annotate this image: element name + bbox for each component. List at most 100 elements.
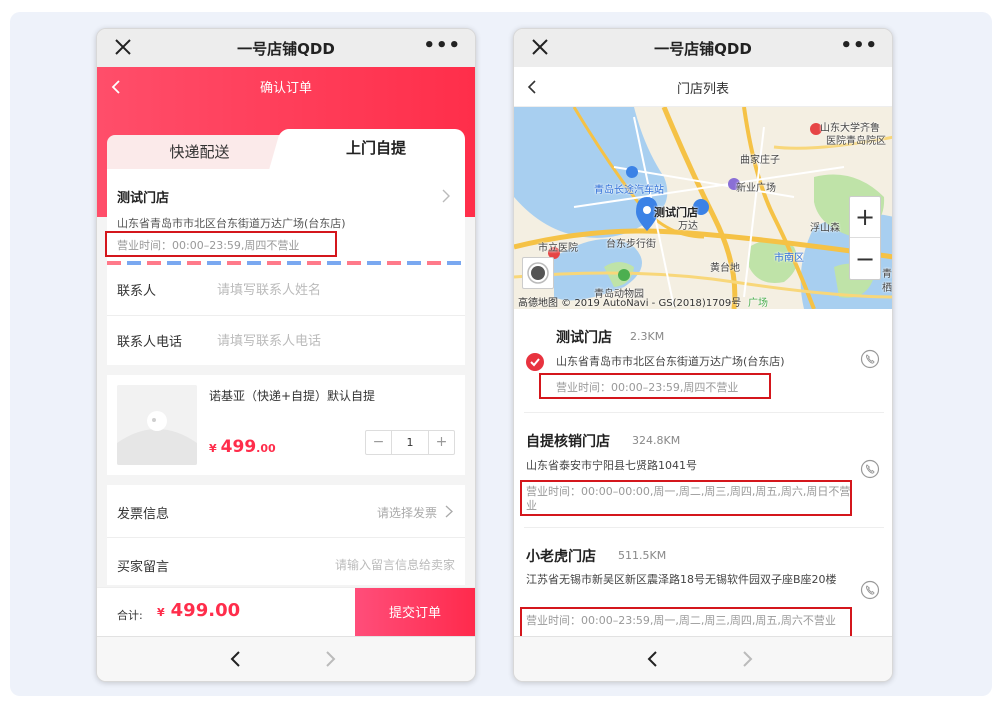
bottom-nav — [97, 636, 475, 681]
store-address: 山东省泰安市宁阳县七贤路1041号 — [526, 459, 697, 472]
store-hours: 营业时间：00:00–00:00,周一,周二,周三,周四,周五,周六,周日不营业 — [526, 485, 851, 512]
store-distance: 511.5KM — [618, 549, 667, 562]
contact-name-label: 联系人 — [117, 284, 157, 299]
map-label: 广场 — [748, 298, 768, 309]
chevron-right-icon — [445, 505, 453, 518]
wechat-title-bar: 一号店铺QDD ••• — [514, 29, 892, 67]
close-icon[interactable] — [530, 37, 550, 57]
store-address: 山东省青岛市市北区台东街道万达广场(台东店) — [117, 217, 346, 230]
wechat-title-bar: 一号店铺QDD ••• — [97, 29, 475, 67]
nav-back-icon[interactable] — [644, 650, 662, 668]
nav-forward-icon[interactable] — [321, 650, 339, 668]
map-label: 台东步行街 — [606, 239, 656, 250]
map-label: 黄台地 — [710, 263, 740, 274]
submit-bar: 合计: ¥499.00 提交订单 — [97, 587, 475, 639]
product-name: 诺基亚（快递+自提）默认自提 — [209, 389, 376, 403]
page-title: 门店列表 — [676, 82, 729, 97]
submit-order-button[interactable]: 提交订单 — [355, 588, 475, 639]
mini-program-title: 一号店铺QDD — [654, 39, 752, 58]
contact-name-row: 联系人 — [107, 265, 465, 315]
image-placeholder-icon — [117, 385, 197, 465]
map-label: 浮山森 — [810, 223, 840, 234]
map-label: 万达 — [678, 221, 698, 232]
map-label: 青岛长途汽车站 — [594, 185, 664, 196]
total-price: ¥499.00 — [157, 600, 240, 621]
zoom-out-button[interactable]: − — [850, 239, 880, 280]
phone-store-list: 一号店铺QDD ••• 门店列表 山东大学齐鲁 医院青岛院区 曲家庄子 青岛长途… — [513, 28, 893, 682]
mini-program-title: 一号店铺QDD — [237, 39, 335, 58]
store-map[interactable]: 山东大学齐鲁 医院青岛院区 曲家庄子 青岛长途汽车站 新业广场 测试门店 万达 … — [514, 107, 892, 309]
message-input[interactable] — [275, 555, 455, 575]
zoom-in-button[interactable]: + — [850, 197, 880, 238]
store-distance: 2.3KM — [630, 330, 665, 343]
contact-form: 联系人 联系人电话 — [107, 265, 465, 365]
invoice-value: 请选择发票 — [376, 506, 437, 520]
total-amount: 499.00 — [170, 600, 241, 621]
map-label: 市立医院 — [538, 243, 578, 254]
total-label: 合计: — [117, 609, 143, 622]
invoice-label: 发票信息 — [117, 507, 170, 522]
close-icon[interactable] — [113, 37, 133, 57]
store-address: 江苏省无锡市新吴区新区震泽路18号无锡软件园双子座B座20楼 — [526, 573, 837, 586]
product-card: 诺基亚（快递+自提）默认自提 ¥499.00 − 1 + — [107, 375, 465, 475]
map-label: 青 — [882, 269, 892, 280]
phone-confirm-order: 一号店铺QDD ••• 确认订单 快递配送 上门自提 测试门店 山东省青岛市市北… — [96, 28, 476, 682]
increase-button[interactable]: + — [429, 431, 454, 454]
store-hours: 营业时间：00:00–23:59,周四不营业 — [556, 381, 739, 394]
page-title: 确认订单 — [259, 81, 312, 96]
price-decimal: .00 — [256, 442, 276, 455]
store-address: 山东省青岛市市北区台东街道万达广场(台东店) — [556, 355, 785, 368]
price-integer: 499 — [220, 437, 257, 457]
product-image — [117, 385, 197, 465]
locate-button[interactable] — [522, 257, 554, 289]
delivery-tabs: 快递配送 上门自提 — [107, 129, 465, 169]
more-icon[interactable]: ••• — [423, 35, 461, 56]
store-name: 测试门店 — [556, 330, 612, 346]
currency-symbol: ¥ — [209, 442, 217, 455]
store-name: 自提核销门店 — [526, 434, 610, 450]
pickup-store-card[interactable]: 测试门店 山东省青岛市市北区台东街道万达广场(台东店) 营业时间：00:00–2… — [107, 169, 465, 261]
list-item[interactable]: 自提核销门店 324.8KM 山东省泰安市宁阳县七贤路1041号 营业时间：00… — [514, 413, 892, 527]
map-label: 栖 — [882, 283, 892, 294]
store-list: 测试门店 2.3KM 山东省青岛市市北区台东街道万达广场(台东店) 营业时间：0… — [514, 309, 892, 639]
list-item[interactable]: 测试门店 2.3KM 山东省青岛市市北区台东街道万达广场(台东店) 营业时间：0… — [514, 309, 892, 412]
map-zoom-control: + − — [849, 196, 881, 280]
store-name: 小老虎门店 — [526, 549, 596, 565]
tab-express[interactable]: 快递配送 — [107, 135, 292, 169]
quantity-value[interactable]: 1 — [391, 431, 429, 454]
store-list-header: 门店列表 — [514, 67, 892, 107]
bottom-nav — [514, 636, 892, 681]
message-label: 买家留言 — [117, 560, 170, 575]
phone-icon[interactable] — [860, 580, 880, 600]
message-row: 买家留言 — [107, 537, 465, 585]
more-icon[interactable]: ••• — [840, 35, 878, 56]
nav-forward-icon[interactable] — [738, 650, 756, 668]
store-hours: 营业时间：00:00–23:59,周一,周二,周三,周四,周五,周六不营业 — [526, 614, 836, 627]
contact-phone-input[interactable] — [217, 330, 447, 352]
tab-pickup[interactable]: 上门自提 — [287, 129, 465, 169]
contact-phone-label: 联系人电话 — [117, 335, 183, 350]
decrease-button[interactable]: − — [366, 431, 391, 454]
nav-back-icon[interactable] — [227, 650, 245, 668]
store-hours: 营业时间：00:00–23:59,周四不营业 — [117, 239, 300, 252]
product-price: ¥499.00 — [209, 437, 276, 457]
list-item[interactable]: 小老虎门店 511.5KM 江苏省无锡市新吴区新区震泽路18号无锡软件园双子座B… — [514, 528, 892, 639]
store-distance: 324.8KM — [632, 434, 681, 447]
map-copyright: 高德地图 © 2019 AutoNavi - GS(2018)1709号 — [518, 298, 742, 309]
map-label: 新业广场 — [736, 183, 776, 194]
selected-check-icon — [526, 353, 544, 371]
store-name: 测试门店 — [117, 191, 170, 206]
map-label: 医院青岛院区 — [826, 136, 886, 147]
phone-icon[interactable] — [860, 349, 880, 369]
locate-icon — [527, 262, 549, 284]
contact-name-input[interactable] — [217, 279, 447, 301]
chevron-right-icon — [442, 189, 450, 203]
quantity-stepper: − 1 + — [365, 430, 455, 455]
order-options: 发票信息 请选择发票 买家留言 — [107, 485, 465, 585]
currency-symbol: ¥ — [157, 606, 165, 619]
map-label: 曲家庄子 — [740, 155, 780, 166]
invoice-row[interactable]: 发票信息 请选择发票 — [107, 485, 465, 537]
phone-icon[interactable] — [860, 459, 880, 479]
contact-phone-row: 联系人电话 — [107, 315, 465, 365]
map-label: 市南区 — [774, 253, 804, 264]
